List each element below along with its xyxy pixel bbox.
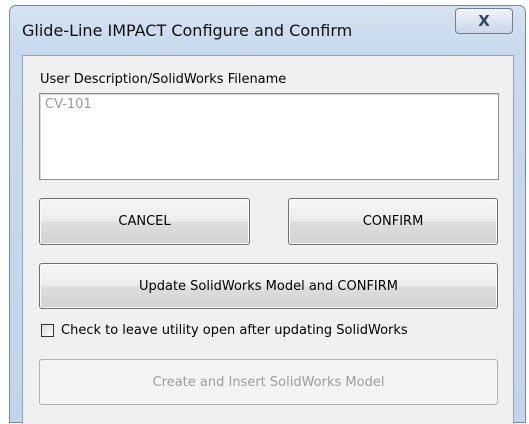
create-insert-model-button[interactable]: Create and Insert SolidWorks Model xyxy=(39,359,498,405)
update-and-confirm-button[interactable]: Update SolidWorks Model and CONFIRM xyxy=(39,263,498,309)
description-field[interactable]: CV-101 xyxy=(39,93,499,180)
window-title: Glide-Line IMPACT Configure and Confirm xyxy=(22,21,353,40)
dialog-body: User Description/SolidWorks Filename CV-… xyxy=(22,55,514,424)
cancel-button[interactable]: CANCEL xyxy=(39,198,250,245)
description-label: User Description/SolidWorks Filename xyxy=(40,72,287,87)
leave-open-label: Check to leave utility open after updati… xyxy=(61,322,408,338)
leave-open-checkbox[interactable] xyxy=(41,323,54,337)
title-bar[interactable]: Glide-Line IMPACT Configure and Confirm … xyxy=(10,6,525,52)
leave-open-option[interactable]: Check to leave utility open after updati… xyxy=(41,321,408,339)
close-button[interactable]: X xyxy=(455,8,513,34)
confirm-button[interactable]: CONFIRM xyxy=(288,198,498,245)
dialog-window: Glide-Line IMPACT Configure and Confirm … xyxy=(9,5,526,424)
close-icon: X xyxy=(478,12,490,30)
